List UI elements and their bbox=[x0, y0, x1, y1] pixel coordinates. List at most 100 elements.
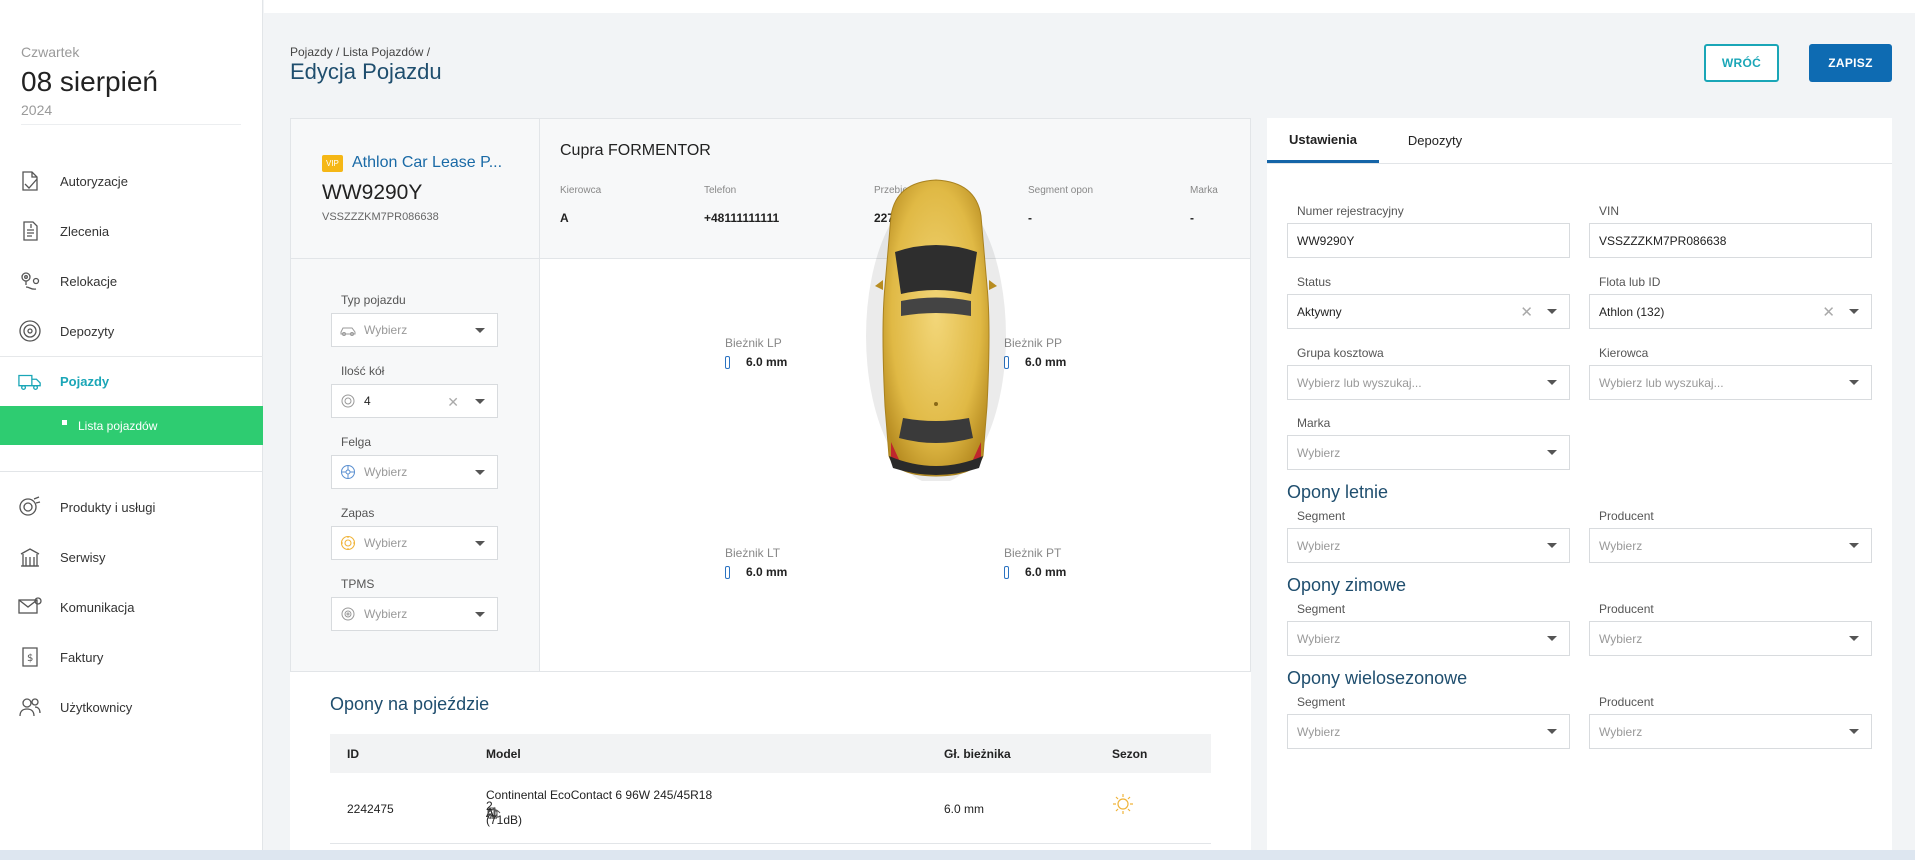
divider bbox=[21, 124, 241, 125]
chevron-down-icon[interactable] bbox=[1547, 636, 1557, 641]
chevron-down-icon[interactable] bbox=[1547, 543, 1557, 548]
chevron-down-icon[interactable] bbox=[475, 470, 485, 475]
chevron-down-icon[interactable] bbox=[1849, 729, 1859, 734]
select-placeholder: Wybierz bbox=[1297, 538, 1341, 553]
sidebar-item-depozyty[interactable]: Depozyty bbox=[0, 306, 263, 356]
tread-value-text: 6.0 mm bbox=[746, 565, 788, 579]
top-bar bbox=[264, 0, 1915, 13]
sidebar-item-autoryzacje[interactable]: Autoryzacje bbox=[0, 156, 263, 206]
table-header: ID Model Gł. bieżnika Sezon bbox=[330, 734, 1211, 773]
fleet-select[interactable]: Athlon (132) ✕ bbox=[1589, 294, 1872, 329]
info-phone: Telefon +48111111111 bbox=[704, 185, 779, 225]
divider bbox=[0, 471, 263, 472]
vehicle-fields: Typ pojazdu Wybierz Ilość kół 4 ✕ Felga … bbox=[291, 259, 540, 671]
mail-icon bbox=[18, 595, 42, 619]
info-label: Kierowca bbox=[560, 185, 602, 196]
chevron-down-icon[interactable] bbox=[475, 399, 485, 404]
sidebar-item-uzytkownicy[interactable]: Użytkownicy bbox=[0, 682, 263, 732]
table-row[interactable]: 2242475 Continental EcoContact 6 96W 245… bbox=[330, 773, 1211, 844]
save-button[interactable]: ZAPISZ bbox=[1809, 44, 1892, 82]
summer-producer-select[interactable]: Wybierz bbox=[1589, 528, 1872, 563]
tread-gauge-icon bbox=[1004, 565, 1009, 579]
section-summer-tyres: Opony letnie bbox=[1287, 482, 1389, 502]
clear-icon[interactable]: ✕ bbox=[1822, 303, 1835, 321]
tread-value-text: 6.0 mm bbox=[1025, 355, 1067, 369]
sidebar-item-produkty[interactable]: Produkty i usługi bbox=[0, 482, 263, 532]
vehicle-type-select[interactable]: Wybierz bbox=[331, 313, 498, 347]
column-header-id[interactable]: ID bbox=[347, 747, 359, 761]
summer-segment-select[interactable]: Wybierz bbox=[1287, 528, 1570, 563]
client-link[interactable]: Athlon Car Lease P... bbox=[352, 154, 502, 172]
sidebar-item-faktury[interactable]: $ Faktury bbox=[0, 632, 263, 682]
back-button[interactable]: WRÓĆ bbox=[1704, 44, 1779, 82]
chevron-down-icon[interactable] bbox=[475, 612, 485, 617]
allseason-producer-select[interactable]: Wybierz bbox=[1589, 714, 1872, 749]
input-value: VSSZZZKM7PR086638 bbox=[1599, 233, 1727, 248]
segment-label: Segment bbox=[1297, 695, 1346, 709]
vin-label: VIN bbox=[1599, 204, 1620, 218]
date-day: Czwartek bbox=[21, 44, 80, 60]
sidebar-item-label: Komunikacja bbox=[60, 599, 135, 615]
field-label-vehicle-type: Typ pojazdu bbox=[341, 293, 406, 307]
invoice-icon: $ bbox=[18, 645, 42, 669]
tyre-icon bbox=[18, 319, 42, 343]
select-value: Aktywny bbox=[1297, 304, 1342, 319]
column-header-model[interactable]: Model bbox=[486, 747, 521, 761]
chevron-down-icon[interactable] bbox=[475, 541, 485, 546]
select-placeholder: Wybierz bbox=[1297, 445, 1341, 460]
truck-icon bbox=[18, 370, 42, 394]
products-icon bbox=[18, 495, 42, 519]
rim-select[interactable]: Wybierz bbox=[331, 455, 498, 489]
winter-segment-select[interactable]: Wybierz bbox=[1287, 621, 1570, 656]
chevron-down-icon[interactable] bbox=[1849, 380, 1859, 385]
winter-producer-select[interactable]: Wybierz bbox=[1589, 621, 1872, 656]
chevron-down-icon[interactable] bbox=[475, 328, 485, 333]
chevron-down-icon[interactable] bbox=[1547, 380, 1557, 385]
sidebar-item-pojazdy[interactable]: Pojazdy bbox=[0, 356, 263, 406]
info-value: - bbox=[1028, 211, 1032, 225]
registration-input[interactable]: WW9290Y bbox=[1287, 223, 1570, 258]
chevron-down-icon[interactable] bbox=[1849, 543, 1859, 548]
sidebar-item-komunikacja[interactable]: Komunikacja bbox=[0, 582, 263, 632]
column-header-season[interactable]: Sezon bbox=[1112, 747, 1147, 761]
cost-group-label: Grupa kosztowa bbox=[1297, 346, 1384, 360]
sidebar-item-label: Użytkownicy bbox=[60, 699, 133, 715]
sidebar-subitem-vehicle-list[interactable]: Lista pojazdów bbox=[0, 406, 263, 445]
section-winter-tyres: Opony zimowe bbox=[1287, 575, 1407, 595]
cost-group-select[interactable]: Wybierz lub wyszukaj... bbox=[1287, 365, 1570, 400]
sidebar-item-label: Relokacje bbox=[60, 273, 118, 289]
sidebar-item-label: Zlecenia bbox=[60, 223, 110, 239]
allseason-segment-select[interactable]: Wybierz bbox=[1287, 714, 1570, 749]
sidebar-item-zlecenia[interactable]: Zlecenia bbox=[0, 206, 263, 256]
sidebar: Czwartek 08 sierpień 2024 Autoryzacje Zl… bbox=[0, 0, 263, 850]
vin-number: VSSZZZKM7PR086638 bbox=[322, 211, 439, 223]
sidebar-subitem-label: Lista pojazdów bbox=[78, 418, 158, 433]
column-header-depth[interactable]: Gł. bieżnika bbox=[944, 747, 1011, 761]
chevron-down-icon[interactable] bbox=[1849, 636, 1859, 641]
tab-ustawienia[interactable]: Ustawienia bbox=[1267, 118, 1379, 163]
tread-gauge-icon bbox=[725, 355, 730, 369]
clear-icon[interactable]: ✕ bbox=[447, 394, 459, 411]
chevron-down-icon[interactable] bbox=[1547, 309, 1557, 314]
vehicle-card: VIP Athlon Car Lease P... WW9290Y VSSZZZ… bbox=[290, 118, 1251, 672]
status-select[interactable]: Aktywny ✕ bbox=[1287, 294, 1570, 329]
sidebar-item-serwisy[interactable]: Serwisy bbox=[0, 532, 263, 582]
chevron-down-icon[interactable] bbox=[1849, 309, 1859, 314]
chevron-down-icon[interactable] bbox=[1547, 450, 1557, 455]
svg-text:$: $ bbox=[27, 653, 33, 664]
driver-select[interactable]: Wybierz lub wyszukaj... bbox=[1589, 365, 1872, 400]
chevron-down-icon[interactable] bbox=[1547, 729, 1557, 734]
vin-input[interactable]: VSSZZZKM7PR086638 bbox=[1589, 223, 1872, 258]
taskbar-strip bbox=[0, 850, 1915, 860]
tab-depozyty[interactable]: Depozyty bbox=[1379, 118, 1491, 163]
tread-value-lp: 6.0 mm bbox=[725, 355, 787, 369]
spare-wheel-icon bbox=[340, 535, 356, 551]
sidebar-item-relokacje[interactable]: Relokacje bbox=[0, 256, 263, 306]
wheel-count-select[interactable]: 4 ✕ bbox=[331, 384, 498, 418]
brand-select[interactable]: Wybierz bbox=[1287, 435, 1570, 470]
clear-icon[interactable]: ✕ bbox=[1520, 303, 1533, 321]
breadcrumb[interactable]: Pojazdy / Lista Pojazdów / bbox=[290, 45, 430, 59]
segment-label: Segment bbox=[1297, 602, 1346, 616]
tpms-select[interactable]: Wybierz bbox=[331, 597, 498, 631]
spare-select[interactable]: Wybierz bbox=[331, 526, 498, 560]
